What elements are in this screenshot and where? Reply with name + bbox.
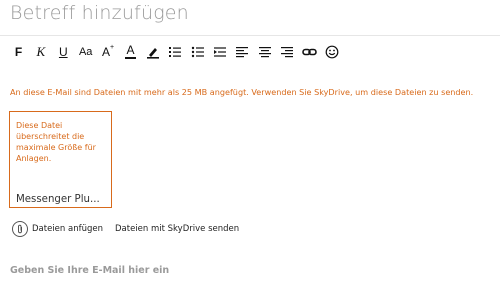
text-color-bar [124, 57, 136, 59]
subject-field[interactable]: Betreff hinzufügen [10, 2, 189, 24]
attachment-error: Diese Datei überschreitet die maximale G… [16, 121, 96, 163]
bold-icon[interactable]: F [9, 42, 28, 62]
text-color-letter: A [126, 43, 135, 57]
attachment-card[interactable]: Diese Datei überschreitet die maximale G… [9, 111, 112, 208]
numbered-list-icon[interactable] [166, 42, 185, 62]
grow-font-letter: A [102, 45, 111, 59]
grow-font-icon[interactable]: A + [99, 42, 118, 62]
attach-files-link[interactable]: Dateien anfügen [32, 224, 103, 234]
size-warning: An diese E-Mail sind Dateien mit mehr al… [10, 87, 474, 97]
grow-font-superscript: + [110, 43, 115, 51]
align-center-icon[interactable] [255, 42, 274, 62]
format-toolbar: F K U Aa A + A [9, 41, 345, 63]
italic-icon[interactable]: K [31, 42, 50, 62]
subject-divider [0, 35, 500, 36]
email-body-field[interactable]: Geben Sie Ihre E-Mail hier ein [10, 265, 169, 276]
font-size-icon[interactable]: Aa [76, 42, 95, 62]
link-icon[interactable] [300, 42, 319, 62]
indent-icon[interactable] [211, 42, 230, 62]
paperclip-icon[interactable] [12, 221, 28, 237]
underline-icon[interactable]: U [54, 42, 73, 62]
bulleted-list-icon[interactable] [188, 42, 207, 62]
emoji-icon[interactable] [322, 42, 341, 62]
align-right-icon[interactable] [278, 42, 297, 62]
attachment-actions: Dateien anfügen Dateien mit SkyDrive sen… [12, 221, 239, 237]
align-left-icon[interactable] [233, 42, 252, 62]
send-with-skydrive-link[interactable]: Dateien mit SkyDrive senden [115, 224, 239, 234]
highlighter-icon[interactable] [143, 42, 162, 62]
text-color-icon[interactable]: A [121, 42, 140, 62]
attachment-filename: Messenger Plu... [16, 194, 100, 205]
